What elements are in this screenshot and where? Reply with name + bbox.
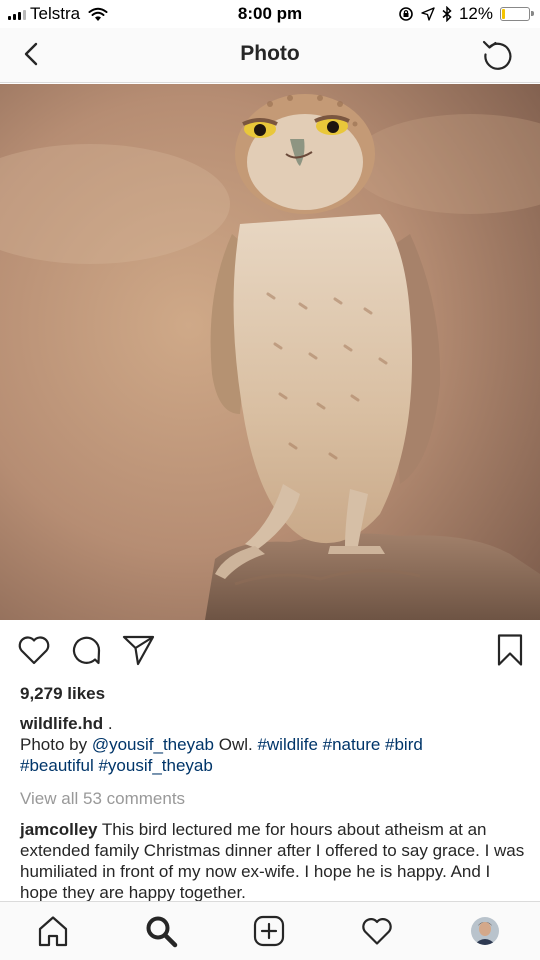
activity-heart-icon[interactable]	[360, 914, 394, 948]
likes-count[interactable]: 9,279 likes	[20, 684, 105, 704]
caption-prefix: Photo by	[20, 735, 92, 754]
comment-icon[interactable]	[68, 632, 104, 668]
caption-body: Photo by @yousif_theyab Owl. #wildlife #…	[20, 734, 520, 776]
bluetooth-icon	[442, 6, 452, 22]
caption-text: Owl.	[214, 735, 258, 754]
hashtags-line-1[interactable]: #wildlife #nature #bird	[257, 735, 422, 754]
profile-avatar[interactable]	[471, 917, 499, 945]
owl-photo	[0, 84, 540, 620]
post-caption: wildlife.hd . Photo by @yousif_theyab Ow…	[20, 713, 520, 776]
add-post-icon[interactable]	[252, 914, 286, 948]
battery-fill	[502, 9, 505, 19]
page-title: Photo	[240, 42, 300, 65]
view-all-comments-link[interactable]: View all 53 comments	[20, 789, 185, 809]
heart-icon[interactable]	[16, 632, 52, 668]
refresh-icon[interactable]	[480, 36, 516, 72]
nav-bar: Photo	[0, 28, 540, 83]
avatar-image	[471, 917, 499, 945]
post-photo[interactable]	[0, 84, 540, 620]
author-suffix: .	[103, 714, 113, 733]
status-bar: Telstra 8:00 pm 12%	[0, 0, 540, 28]
battery-icon	[500, 7, 534, 21]
search-icon[interactable]	[144, 914, 178, 948]
home-icon[interactable]	[36, 914, 70, 948]
post-author[interactable]: wildlife.hd	[20, 714, 103, 733]
status-icons: 12%	[398, 4, 534, 24]
comment: jamcolley This bird lectured me for hour…	[20, 819, 526, 903]
comment-username[interactable]: jamcolley	[20, 820, 98, 839]
tab-bar	[0, 901, 540, 960]
share-icon[interactable]	[120, 632, 156, 668]
orientation-lock-icon	[399, 7, 413, 21]
location-arrow-icon	[421, 7, 435, 21]
hashtags-line-2[interactable]: #beautiful #yousif_theyab	[20, 756, 213, 775]
post-actions	[0, 632, 540, 672]
battery-percent: 12%	[458, 4, 493, 23]
bookmark-icon[interactable]	[492, 632, 528, 668]
caption-mention[interactable]: @yousif_theyab	[92, 735, 214, 754]
